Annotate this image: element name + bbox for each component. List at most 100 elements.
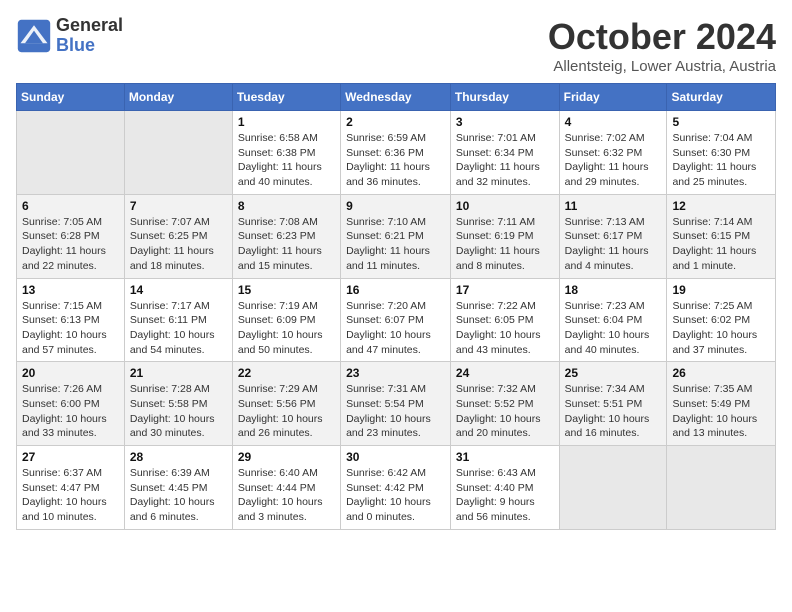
day-info: Sunrise: 7:17 AM Sunset: 6:11 PM Dayligh… (130, 299, 227, 358)
calendar-cell: 8 Sunrise: 7:08 AM Sunset: 6:23 PM Daylig… (232, 194, 340, 278)
day-info: Sunrise: 7:11 AM Sunset: 6:19 PM Dayligh… (456, 215, 554, 274)
page-header: General Blue October 2024 Allentsteig, L… (16, 16, 776, 75)
calendar-cell: 18 Sunrise: 7:23 AM Sunset: 6:04 PM Dayli… (559, 278, 667, 362)
calendar-week-1: 1 Sunrise: 6:58 AM Sunset: 6:38 PM Daylig… (17, 111, 776, 195)
day-info: Sunrise: 7:02 AM Sunset: 6:32 PM Dayligh… (565, 131, 662, 190)
day-info: Sunrise: 7:35 AM Sunset: 5:49 PM Dayligh… (672, 382, 770, 441)
calendar-week-2: 6 Sunrise: 7:05 AM Sunset: 6:28 PM Daylig… (17, 194, 776, 278)
weekday-header-thursday: Thursday (450, 84, 559, 111)
day-info: Sunrise: 7:04 AM Sunset: 6:30 PM Dayligh… (672, 131, 770, 190)
calendar-cell: 17Sunrise: 7:22 AM Sunset: 6:05 PM Dayli… (450, 278, 559, 362)
logo-line2: Blue (56, 36, 123, 56)
calendar-cell: 21 Sunrise: 7:28 AM Sunset: 5:58 PM Dayli… (124, 362, 232, 446)
month-title: October 2024 (548, 16, 776, 58)
day-number: 19 (672, 283, 770, 297)
day-number: 12 (672, 199, 770, 213)
day-info: Sunrise: 7:05 AM Sunset: 6:28 PM Dayligh… (22, 215, 119, 274)
day-number: 7 (130, 199, 227, 213)
calendar-cell: 3Sunrise: 7:01 AM Sunset: 6:34 PM Daylig… (450, 111, 559, 195)
calendar-cell: 4 Sunrise: 7:02 AM Sunset: 6:32 PM Daylig… (559, 111, 667, 195)
calendar-cell (559, 446, 667, 530)
day-number: 22 (238, 366, 335, 380)
weekday-header-wednesday: Wednesday (341, 84, 451, 111)
calendar-cell: 2 Sunrise: 6:59 AM Sunset: 6:36 PM Daylig… (341, 111, 451, 195)
weekday-header-monday: Monday (124, 84, 232, 111)
day-info: Sunrise: 6:40 AM Sunset: 4:44 PM Dayligh… (238, 466, 335, 525)
day-number: 27 (22, 450, 119, 464)
calendar-cell: 9Sunrise: 7:10 AM Sunset: 6:21 PM Daylig… (341, 194, 451, 278)
day-number: 6 (22, 199, 119, 213)
calendar-cell: 7 Sunrise: 7:07 AM Sunset: 6:25 PM Daylig… (124, 194, 232, 278)
logo-line1: General (56, 16, 123, 36)
day-number: 25 (565, 366, 662, 380)
day-info: Sunrise: 6:37 AM Sunset: 4:47 PM Dayligh… (22, 466, 119, 525)
day-number: 1 (238, 115, 335, 129)
logo: General Blue (16, 16, 123, 56)
day-info: Sunrise: 7:07 AM Sunset: 6:25 PM Dayligh… (130, 215, 227, 274)
day-info: Sunrise: 6:39 AM Sunset: 4:45 PM Dayligh… (130, 466, 227, 525)
day-number: 23 (346, 366, 445, 380)
location: Allentsteig, Lower Austria, Austria (548, 58, 776, 75)
day-number: 13 (22, 283, 119, 297)
calendar-cell: 26 Sunrise: 7:35 AM Sunset: 5:49 PM Dayli… (667, 362, 776, 446)
weekday-header-sunday: Sunday (17, 84, 125, 111)
calendar-cell: 14 Sunrise: 7:17 AM Sunset: 6:11 PM Dayli… (124, 278, 232, 362)
calendar-cell: 6 Sunrise: 7:05 AM Sunset: 6:28 PM Daylig… (17, 194, 125, 278)
day-number: 8 (238, 199, 335, 213)
calendar-cell: 12Sunrise: 7:14 AM Sunset: 6:15 PM Dayli… (667, 194, 776, 278)
day-info: Sunrise: 7:22 AM Sunset: 6:05 PM Dayligh… (456, 299, 554, 358)
day-info: Sunrise: 7:31 AM Sunset: 5:54 PM Dayligh… (346, 382, 445, 441)
day-info: Sunrise: 7:19 AM Sunset: 6:09 PM Dayligh… (238, 299, 335, 358)
calendar-week-4: 20 Sunrise: 7:26 AM Sunset: 6:00 PM Dayli… (17, 362, 776, 446)
logo-text: General Blue (56, 16, 123, 56)
day-number: 11 (565, 199, 662, 213)
day-number: 26 (672, 366, 770, 380)
calendar-cell: 1 Sunrise: 6:58 AM Sunset: 6:38 PM Daylig… (232, 111, 340, 195)
day-number: 18 (565, 283, 662, 297)
day-number: 10 (456, 199, 554, 213)
day-info: Sunrise: 7:08 AM Sunset: 6:23 PM Dayligh… (238, 215, 335, 274)
calendar-cell: 28 Sunrise: 6:39 AM Sunset: 4:45 PM Dayli… (124, 446, 232, 530)
calendar-cell: 11Sunrise: 7:13 AM Sunset: 6:17 PM Dayli… (559, 194, 667, 278)
day-info: Sunrise: 7:26 AM Sunset: 6:00 PM Dayligh… (22, 382, 119, 441)
day-number: 5 (672, 115, 770, 129)
day-info: Sunrise: 6:42 AM Sunset: 4:42 PM Dayligh… (346, 466, 445, 525)
day-number: 4 (565, 115, 662, 129)
calendar-cell: 24 Sunrise: 7:32 AM Sunset: 5:52 PM Dayli… (450, 362, 559, 446)
calendar-cell: 20 Sunrise: 7:26 AM Sunset: 6:00 PM Dayli… (17, 362, 125, 446)
day-number: 28 (130, 450, 227, 464)
day-number: 20 (22, 366, 119, 380)
day-info: Sunrise: 6:58 AM Sunset: 6:38 PM Dayligh… (238, 131, 335, 190)
day-info: Sunrise: 7:25 AM Sunset: 6:02 PM Dayligh… (672, 299, 770, 358)
calendar-cell: 23 Sunrise: 7:31 AM Sunset: 5:54 PM Dayli… (341, 362, 451, 446)
day-info: Sunrise: 7:15 AM Sunset: 6:13 PM Dayligh… (22, 299, 119, 358)
weekday-header-friday: Friday (559, 84, 667, 111)
calendar-cell: 31Sunrise: 6:43 AM Sunset: 4:40 PM Dayli… (450, 446, 559, 530)
calendar-cell: 10 Sunrise: 7:11 AM Sunset: 6:19 PM Dayli… (450, 194, 559, 278)
day-info: Sunrise: 7:28 AM Sunset: 5:58 PM Dayligh… (130, 382, 227, 441)
calendar-cell: 5 Sunrise: 7:04 AM Sunset: 6:30 PM Daylig… (667, 111, 776, 195)
calendar-cell: 30 Sunrise: 6:42 AM Sunset: 4:42 PM Dayli… (341, 446, 451, 530)
day-info: Sunrise: 7:29 AM Sunset: 5:56 PM Dayligh… (238, 382, 335, 441)
day-info: Sunrise: 6:43 AM Sunset: 4:40 PM Dayligh… (456, 466, 554, 525)
day-info: Sunrise: 6:59 AM Sunset: 6:36 PM Dayligh… (346, 131, 445, 190)
calendar-cell: 27 Sunrise: 6:37 AM Sunset: 4:47 PM Dayli… (17, 446, 125, 530)
calendar-week-5: 27 Sunrise: 6:37 AM Sunset: 4:47 PM Dayli… (17, 446, 776, 530)
logo-icon (16, 18, 52, 54)
title-block: October 2024 Allentsteig, Lower Austria,… (548, 16, 776, 75)
day-number: 24 (456, 366, 554, 380)
day-info: Sunrise: 7:23 AM Sunset: 6:04 PM Dayligh… (565, 299, 662, 358)
calendar-cell: 15 Sunrise: 7:19 AM Sunset: 6:09 PM Dayli… (232, 278, 340, 362)
day-info: Sunrise: 7:10 AM Sunset: 6:21 PM Dayligh… (346, 215, 445, 274)
calendar-cell: 25 Sunrise: 7:34 AM Sunset: 5:51 PM Dayli… (559, 362, 667, 446)
day-info: Sunrise: 7:20 AM Sunset: 6:07 PM Dayligh… (346, 299, 445, 358)
day-info: Sunrise: 7:34 AM Sunset: 5:51 PM Dayligh… (565, 382, 662, 441)
day-number: 15 (238, 283, 335, 297)
calendar-cell: 19 Sunrise: 7:25 AM Sunset: 6:02 PM Dayli… (667, 278, 776, 362)
day-number: 21 (130, 366, 227, 380)
calendar-cell: 29Sunrise: 6:40 AM Sunset: 4:44 PM Dayli… (232, 446, 340, 530)
day-number: 2 (346, 115, 445, 129)
day-number: 30 (346, 450, 445, 464)
day-info: Sunrise: 7:32 AM Sunset: 5:52 PM Dayligh… (456, 382, 554, 441)
day-number: 14 (130, 283, 227, 297)
